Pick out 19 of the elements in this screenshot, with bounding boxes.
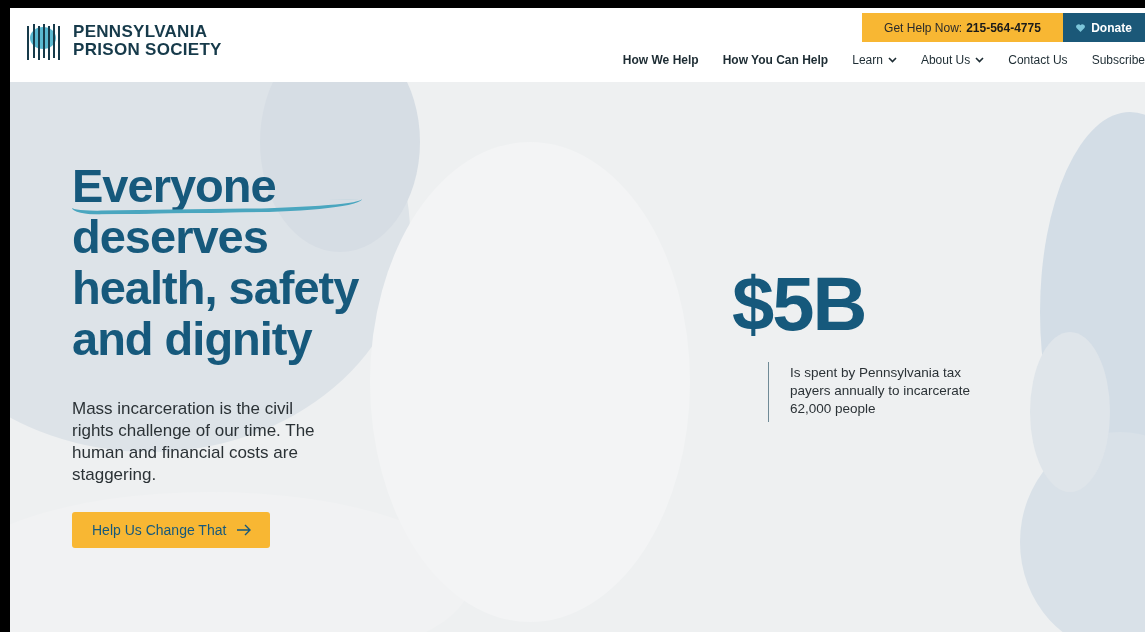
chevron-down-icon [975, 57, 985, 63]
nav-link[interactable]: Contact Us [1008, 53, 1068, 67]
heart-icon [1076, 23, 1086, 32]
logo-icon [26, 22, 61, 60]
donate-button[interactable]: Donate [1063, 13, 1145, 42]
intro-text: Mass incarceration is the civil rights challenge of our time. The human and financial costs are staggering. [72, 398, 316, 486]
nav-link[interactable]: How You Can Help [722, 53, 829, 67]
arrow-right-icon [236, 524, 253, 536]
stat-value: $5B [732, 264, 867, 344]
organization-name[interactable]: PENNSYLVANIA PRISON SOCIETY [73, 23, 222, 59]
nav-link[interactable]: Subscribe [1091, 53, 1145, 67]
nav-link[interactable]: Learn [852, 53, 897, 67]
nav-link[interactable]: How We Help [622, 53, 699, 67]
nav-link[interactable]: About Us [920, 53, 985, 67]
help-us-change-button[interactable]: Help Us Change That [72, 512, 271, 548]
headline: Everyone deserves health, safety and dignity [72, 160, 359, 364]
get-help-button[interactable]: Get Help Now: 215-564-4775 [862, 13, 1063, 42]
chevron-down-icon [887, 57, 897, 63]
stat-caption: Is spent by Pennsylvania tax payers annually to incarcerate 62,000 people [768, 362, 975, 422]
